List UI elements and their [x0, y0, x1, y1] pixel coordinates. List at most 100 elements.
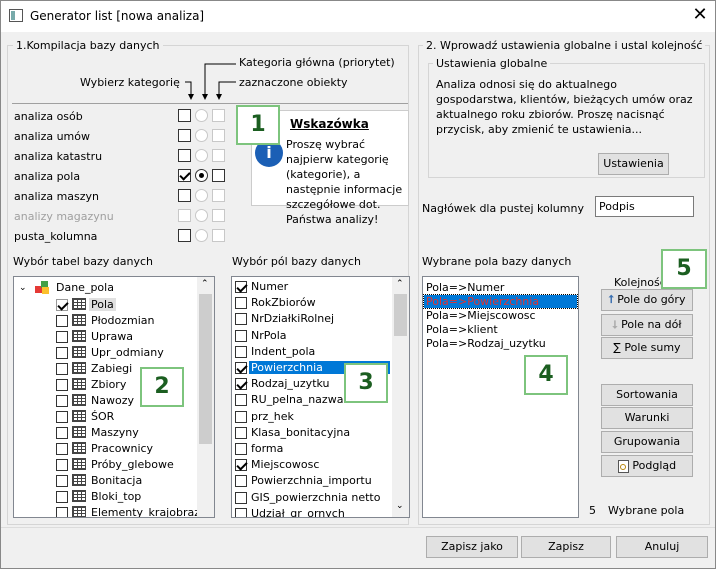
field-item[interactable]: NrDziałkiRolnej — [249, 312, 336, 325]
selected-field-item[interactable]: Pola=>Numer — [424, 281, 506, 294]
field-checkbox[interactable] — [235, 491, 247, 504]
table-checkbox[interactable] — [56, 427, 68, 439]
table-checkbox[interactable] — [56, 459, 68, 471]
field-checkbox[interactable] — [235, 426, 247, 439]
field-sum-button[interactable]: ∑ Pole sumy — [601, 337, 693, 359]
table-checkbox[interactable] — [56, 363, 68, 375]
table-checkbox[interactable] — [56, 491, 68, 503]
field-item[interactable]: Klasa_bonitacyjna — [249, 426, 352, 439]
field-item[interactable]: Miejscowosc — [249, 458, 321, 471]
field-checkbox[interactable] — [235, 410, 247, 423]
selected-field-item[interactable]: Pola=>Miejscowosc — [424, 309, 538, 322]
table-checkbox[interactable] — [56, 331, 68, 343]
fields-scrollbar[interactable]: ⌃ ⌄ — [392, 277, 409, 517]
category-checkbox[interactable] — [178, 129, 191, 142]
field-checkbox[interactable] — [235, 459, 247, 472]
selected-objects-checkbox[interactable] — [212, 169, 225, 182]
main-category-radio[interactable] — [195, 169, 208, 182]
field-item[interactable]: Rodzaj_uzytku — [249, 377, 332, 390]
tables-scroll-thumb[interactable] — [199, 294, 212, 444]
field-checkbox[interactable] — [235, 507, 247, 517]
field-checkbox[interactable] — [235, 475, 247, 488]
settings-button[interactable]: Ustawienia — [598, 153, 669, 175]
field-item[interactable]: prz_hek — [249, 410, 296, 423]
table-checkbox[interactable] — [56, 379, 68, 391]
category-checkbox[interactable] — [178, 109, 191, 122]
field-checkbox[interactable] — [235, 378, 247, 391]
field-checkbox[interactable] — [235, 394, 247, 407]
main-category-radio[interactable] — [195, 209, 208, 222]
tables-scrollbar[interactable]: ⌃ — [197, 277, 214, 517]
preview-button[interactable]: Podgląd — [601, 455, 693, 477]
scroll-down-icon[interactable]: ⌄ — [396, 501, 404, 511]
grouping-button[interactable]: Grupowania — [601, 431, 693, 453]
table-checkbox[interactable] — [56, 411, 68, 423]
field-item[interactable]: forma — [249, 442, 285, 455]
table-item[interactable]: Upr_odmiany — [89, 346, 166, 359]
table-item[interactable]: Bonitacja — [89, 474, 144, 487]
field-checkbox[interactable] — [235, 313, 247, 326]
table-checkbox[interactable] — [56, 395, 68, 407]
table-item[interactable]: Maszyny — [89, 426, 141, 439]
tables-tree[interactable]: ⌄ Dane_pola Pola Płodozmian Uprawa Upr_odmi… — [13, 276, 215, 518]
field-item[interactable]: Powierzchnia_importu — [249, 474, 374, 487]
selected-field-item[interactable]: Pola=>Rodzaj_uzytku — [424, 337, 548, 350]
field-checkbox[interactable] — [235, 345, 247, 358]
scroll-up-icon[interactable]: ⌃ — [396, 279, 404, 289]
field-checkbox[interactable] — [235, 362, 247, 374]
category-checkbox[interactable] — [178, 189, 191, 202]
category-checkbox[interactable] — [178, 169, 191, 182]
selected-objects-checkbox[interactable] — [212, 229, 225, 242]
category-checkbox[interactable] — [178, 229, 191, 242]
selected-objects-checkbox[interactable] — [212, 189, 225, 202]
table-checkbox[interactable] — [56, 299, 68, 311]
field-item[interactable]: RU_pelna_nazwa — [249, 393, 345, 406]
sort-button[interactable]: Sortowania — [601, 384, 693, 406]
empty-header-input[interactable] — [595, 196, 694, 217]
field-item[interactable]: RokZbiorów — [249, 296, 318, 309]
main-category-radio[interactable] — [195, 229, 208, 242]
table-item[interactable]: Nawozy — [89, 394, 136, 407]
table-item[interactable]: Uprawa — [89, 330, 135, 343]
table-item[interactable]: Płodozmian — [89, 314, 156, 327]
main-category-radio[interactable] — [195, 149, 208, 162]
table-item[interactable]: Bloki_top — [89, 490, 143, 503]
selected-objects-checkbox[interactable] — [212, 209, 225, 222]
table-item[interactable]: ŚOR — [89, 410, 116, 423]
conditions-button[interactable]: Warunki — [601, 407, 693, 429]
field-checkbox[interactable] — [235, 297, 247, 310]
table-item[interactable]: Zbiory — [89, 378, 128, 391]
table-checkbox[interactable] — [56, 443, 68, 455]
main-category-radio[interactable] — [195, 109, 208, 122]
table-checkbox[interactable] — [56, 347, 68, 359]
fields-scroll-thumb[interactable] — [394, 294, 407, 336]
selected-field-item[interactable]: Pola=>Powierzchnia — [423, 294, 578, 309]
table-item[interactable]: Próby_glebowe — [89, 458, 176, 471]
field-item[interactable]: Indent_pola — [249, 345, 317, 358]
cancel-button[interactable]: Anuluj — [616, 536, 708, 558]
field-down-button[interactable]: ⭣ Pole na dół — [601, 314, 693, 336]
table-item[interactable]: Elementy_krajobrazu — [89, 506, 209, 517]
field-item[interactable]: GIS_powierzchnia netto — [249, 491, 382, 504]
save-as-button[interactable]: Zapisz jako — [426, 536, 518, 558]
field-item[interactable]: Numer — [249, 280, 290, 293]
field-up-button[interactable]: ⭡ Pole do góry — [601, 289, 693, 311]
main-category-radio[interactable] — [195, 129, 208, 142]
selected-objects-checkbox[interactable] — [212, 129, 225, 142]
save-button[interactable]: Zapisz — [521, 536, 611, 558]
selected-objects-checkbox[interactable] — [212, 149, 225, 162]
selected-field-item[interactable]: Pola=>klient — [424, 323, 500, 336]
close-icon[interactable]: ✕ — [690, 4, 710, 26]
table-item[interactable]: Zabiegi — [89, 362, 134, 375]
category-checkbox[interactable] — [178, 149, 191, 162]
field-checkbox[interactable] — [235, 443, 247, 455]
field-checkbox[interactable] — [235, 281, 247, 293]
main-category-radio[interactable] — [195, 189, 208, 202]
table-checkbox[interactable] — [56, 315, 68, 327]
category-checkbox[interactable] — [178, 209, 191, 222]
field-item[interactable]: NrPola — [249, 329, 289, 342]
field-item[interactable]: Udział_gr_ornych — [249, 507, 347, 517]
table-item[interactable]: Pola — [89, 298, 116, 311]
table-item[interactable]: Pracownicy — [89, 442, 155, 455]
collapse-icon[interactable]: ⌄ — [19, 283, 27, 293]
